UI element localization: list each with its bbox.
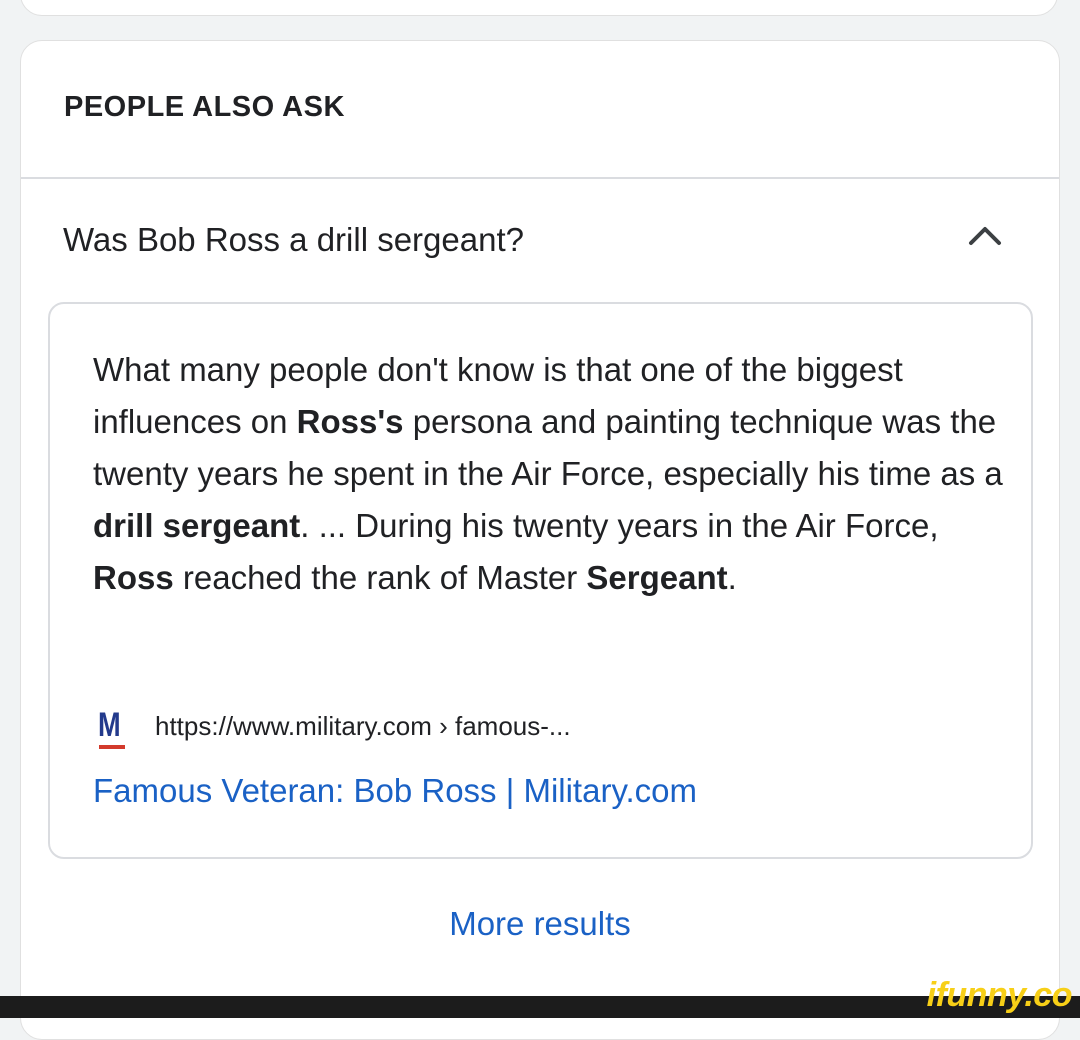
answer-highlight: Ross's bbox=[296, 403, 404, 440]
answer-segment: reached the rank of Master bbox=[173, 559, 587, 596]
answer-box: What many people don't know is that one … bbox=[48, 302, 1033, 859]
previous-card bbox=[20, 0, 1058, 16]
watermark-bar bbox=[0, 996, 1080, 1018]
source-url[interactable]: https://www.military.com › famous-... bbox=[155, 711, 571, 742]
answer-highlight: drill sergeant bbox=[93, 507, 301, 544]
answer-highlight: Sergeant bbox=[586, 559, 728, 596]
ifunny-watermark-logo: ifunny.co bbox=[926, 976, 1073, 1014]
question-text: Was Bob Ross a drill sergeant? bbox=[63, 221, 524, 258]
source-link-title[interactable]: Famous Veteran: Bob Ross | Military.com bbox=[93, 772, 697, 810]
answer-highlight: Ross bbox=[93, 559, 174, 596]
chevron-up-icon[interactable] bbox=[965, 223, 1005, 247]
answer-snippet: What many people don't know is that one … bbox=[93, 344, 1003, 604]
people-also-ask-card: PEOPLE ALSO ASK Was Bob Ross a drill ser… bbox=[20, 40, 1060, 1040]
military-favicon-icon: M bbox=[98, 707, 128, 751]
question-row[interactable]: Was Bob Ross a drill sergeant? bbox=[21, 179, 1059, 299]
source-row[interactable]: M https://www.military.com › famous-... bbox=[93, 707, 793, 751]
section-title: PEOPLE ALSO ASK bbox=[64, 91, 345, 123]
answer-segment: . bbox=[727, 559, 737, 596]
answer-segment: . ... During his twenty years in the Air… bbox=[300, 507, 939, 544]
more-results-button[interactable]: More results bbox=[21, 905, 1059, 943]
